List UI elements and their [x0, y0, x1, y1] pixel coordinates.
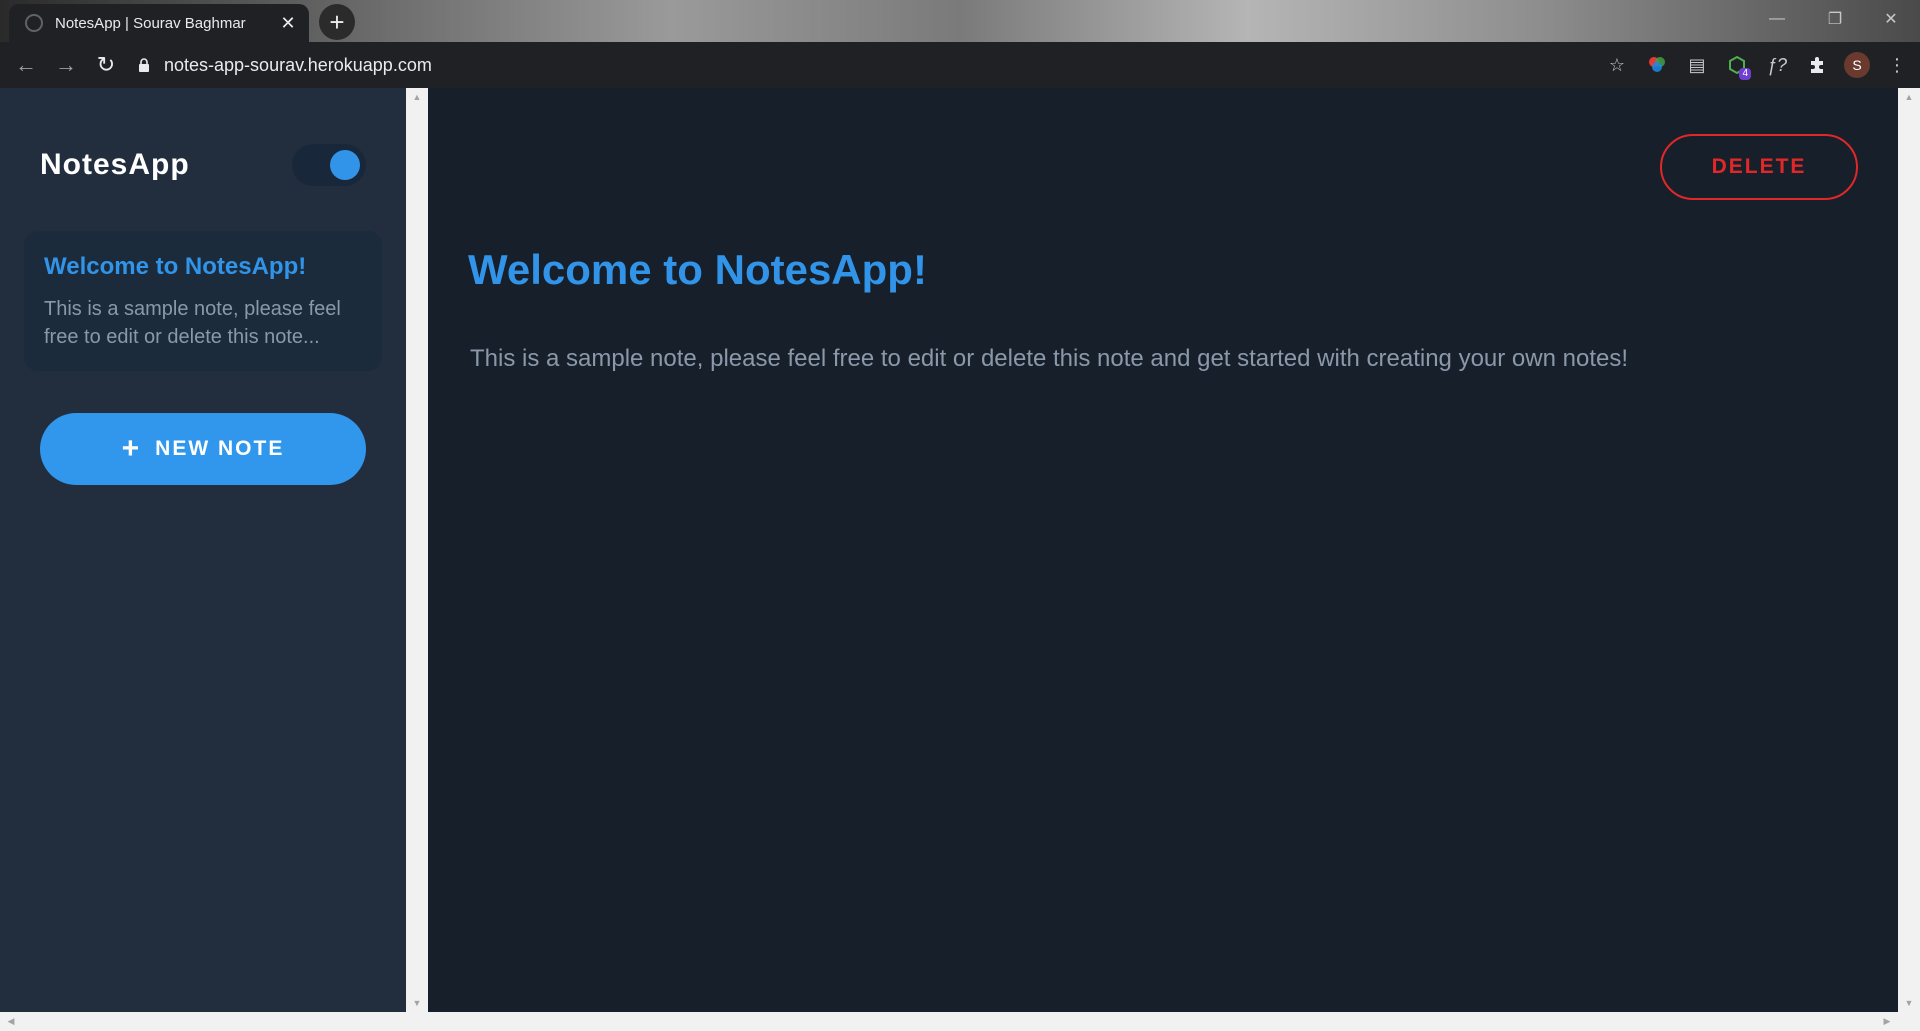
address-bar[interactable]: notes-app-sourav.herokuapp.com: [130, 48, 1600, 82]
delete-button[interactable]: DELETE: [1660, 134, 1858, 200]
extension-badge: 4: [1739, 68, 1751, 80]
new-note-label: NEW NOTE: [155, 437, 285, 460]
sidebar-header: NotesApp: [24, 144, 382, 186]
note-title[interactable]: Welcome to NotesApp!: [468, 246, 927, 294]
reload-icon[interactable]: ↻: [86, 45, 126, 85]
plus-icon: +: [121, 432, 142, 465]
url-text: notes-app-sourav.herokuapp.com: [164, 54, 432, 75]
kebab-menu-icon[interactable]: ⋮: [1880, 48, 1914, 82]
bookmark-star-icon[interactable]: ☆: [1600, 48, 1634, 82]
toggle-knob: [330, 150, 360, 180]
tab-title: NotesApp | Sourav Baghmar: [55, 14, 246, 32]
lock-icon: [138, 58, 150, 72]
page-scroll-up-arrow-icon[interactable]: ▲: [1898, 88, 1920, 106]
note-list-item-title: Welcome to NotesApp!: [44, 253, 307, 280]
browser-tab[interactable]: NotesApp | Sourav Baghmar ✕: [9, 4, 309, 42]
browser-tab-strip: NotesApp | Sourav Baghmar ✕ + — ❐ ✕: [0, 0, 1920, 42]
note-list-item-preview: This is a sample note, please feel free …: [44, 298, 341, 348]
puzzle-extensions-icon[interactable]: [1800, 48, 1834, 82]
note-editor: DELETE Welcome to NotesApp! This is a sa…: [428, 88, 1898, 1012]
note-body[interactable]: This is a sample note, please feel free …: [470, 345, 1628, 373]
minimize-icon[interactable]: —: [1748, 0, 1806, 38]
forward-arrow-icon[interactable]: →: [46, 45, 86, 85]
app-brand: NotesApp: [40, 148, 190, 181]
profile-avatar[interactable]: S: [1840, 48, 1874, 82]
new-note-button[interactable]: + NEW NOTE: [40, 413, 366, 485]
note-list-item[interactable]: Welcome to NotesApp! This is a sample no…: [24, 231, 382, 371]
tab-close-icon[interactable]: ✕: [277, 12, 299, 34]
new-tab-button[interactable]: +: [319, 4, 355, 40]
scroll-left-arrow-icon[interactable]: ◀: [2, 1012, 20, 1031]
window-close-icon[interactable]: ✕: [1862, 0, 1920, 38]
function-extension-icon[interactable]: ƒ?: [1760, 48, 1794, 82]
color-picker-extension-icon[interactable]: [1640, 48, 1674, 82]
restore-icon[interactable]: ❐: [1806, 0, 1864, 38]
sidebar-scrollbar[interactable]: ▲ ▼: [406, 88, 428, 1012]
node-extension-icon[interactable]: 4: [1720, 48, 1754, 82]
browser-toolbar: ← → ↻ notes-app-sourav.herokuapp.com ☆ ▤…: [0, 42, 1920, 88]
page-vertical-scrollbar[interactable]: ▲ ▼: [1898, 88, 1920, 1012]
theme-toggle[interactable]: [292, 144, 366, 186]
sidebar: NotesApp Welcome to NotesApp! This is a …: [0, 88, 406, 1012]
reader-extension-icon[interactable]: ▤: [1680, 48, 1714, 82]
scroll-down-arrow-icon[interactable]: ▼: [406, 994, 428, 1012]
scroll-up-arrow-icon[interactable]: ▲: [406, 88, 428, 106]
page-viewport: NotesApp Welcome to NotesApp! This is a …: [0, 88, 1920, 1031]
scroll-right-arrow-icon[interactable]: ▶: [1878, 1012, 1896, 1031]
horizontal-scrollbar[interactable]: ◀ ▶: [0, 1012, 1920, 1031]
globe-icon: [25, 14, 43, 32]
back-arrow-icon[interactable]: ←: [6, 45, 46, 85]
page-scroll-down-arrow-icon[interactable]: ▼: [1898, 994, 1920, 1012]
